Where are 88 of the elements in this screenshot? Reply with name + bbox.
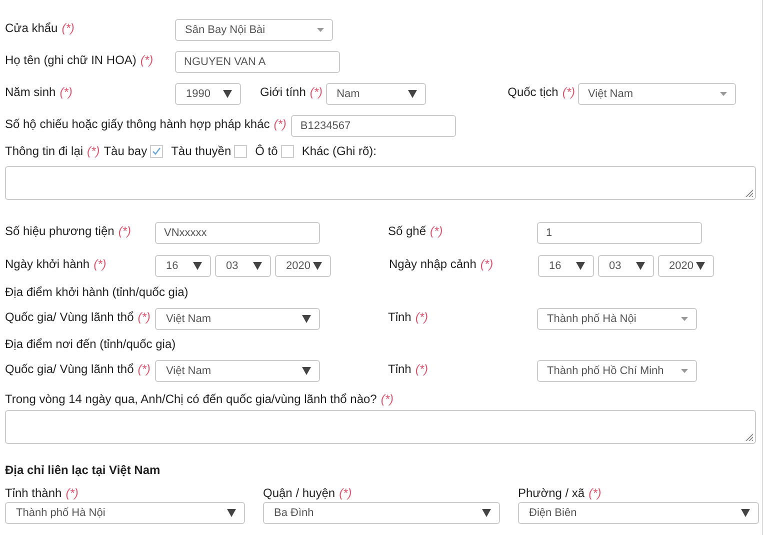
resize-grip-icon[interactable] xyxy=(745,189,753,197)
field-label: Họ tên (ghi chữ IN HOA) xyxy=(5,53,136,67)
question-label: Trong vòng 14 ngày qua, Anh/Chị có đến quốc gia/vùng lãnh thổ nào? xyxy=(5,392,377,406)
required-mark: (*) xyxy=(87,144,100,158)
required-mark: (*) xyxy=(138,310,150,324)
required-mark: (*) xyxy=(339,486,352,500)
field-label: Giới tính xyxy=(260,85,306,99)
dropdown[interactable]: Việt Nam xyxy=(155,308,320,330)
input-field[interactable]: B1234567 xyxy=(291,115,456,137)
field-label: Số hiệu phương tiện xyxy=(5,224,114,238)
required-mark: (*) xyxy=(274,117,286,131)
field-label: Quốc tịch xyxy=(508,85,558,99)
dropdown[interactable]: 03 xyxy=(215,255,271,277)
caret-icon xyxy=(317,28,324,32)
section-subheading: Địa điểm khởi hành (tỉnh/quốc gia) xyxy=(5,285,190,299)
field-label: Quốc gia/ Vùng lãnh thổ xyxy=(5,362,134,376)
field-label: Tỉnh thành xyxy=(5,486,62,500)
checkbox[interactable] xyxy=(150,144,164,158)
checkbox[interactable] xyxy=(234,144,248,158)
dropdown[interactable]: 16 xyxy=(155,255,211,277)
field-label: Quận / huyện xyxy=(263,486,336,500)
dropdown[interactable]: 1990 xyxy=(175,83,241,105)
required-mark: (*) xyxy=(588,486,602,500)
caret-icon xyxy=(741,509,750,517)
caret-icon xyxy=(302,315,311,323)
field-label: Phường / xã xyxy=(518,486,585,500)
field-label: Ngày nhập cảnh xyxy=(389,257,476,271)
caret-icon xyxy=(681,317,688,321)
field-label: Ngày khởi hành xyxy=(5,257,90,271)
dropdown[interactable]: Sân Bay Nội Bài xyxy=(175,19,333,41)
required-mark: (*) xyxy=(94,257,106,271)
caret-icon xyxy=(223,90,232,98)
required-mark: (*) xyxy=(430,224,443,238)
dropdown[interactable]: 16 xyxy=(538,255,594,277)
caret-icon xyxy=(482,509,491,517)
caret-icon xyxy=(636,262,645,270)
caret-icon xyxy=(681,369,688,373)
input-field[interactable]: NGUYEN VAN A xyxy=(175,51,340,73)
input-field[interactable]: 1 xyxy=(537,222,702,244)
dropdown[interactable]: Nam xyxy=(326,83,426,105)
required-mark: (*) xyxy=(415,310,428,324)
required-mark: (*) xyxy=(66,486,78,500)
dropdown[interactable]: Ba Đình xyxy=(263,502,500,524)
required-mark: (*) xyxy=(118,224,131,238)
input-field[interactable]: VNxxxxx xyxy=(155,222,320,244)
caret-icon xyxy=(193,262,202,270)
dropdown[interactable]: Việt Nam xyxy=(578,83,736,105)
dropdown[interactable]: Thành phố Hồ Chí Minh xyxy=(537,360,697,382)
dropdown[interactable]: Điện Biên xyxy=(518,502,759,524)
dropdown[interactable]: 03 xyxy=(598,255,654,277)
option-label: Tàu bay xyxy=(104,144,148,158)
required-mark: (*) xyxy=(62,21,74,35)
field-label: Khác (Ghi rõ): xyxy=(302,144,377,158)
field-label: Số hộ chiếu hoặc giấy thông hành hợp pháp khác xyxy=(5,117,270,131)
dropdown[interactable]: Việt Nam xyxy=(155,360,320,382)
caret-icon xyxy=(227,509,236,517)
field-label: Năm sinh xyxy=(5,85,56,99)
dropdown[interactable]: Thành phố Hà Nội xyxy=(5,502,245,524)
option-label: Tàu thuyền xyxy=(171,144,232,158)
caret-icon xyxy=(576,262,585,270)
required-mark: (*) xyxy=(60,85,72,99)
required-mark: (*) xyxy=(480,257,494,271)
caret-icon xyxy=(302,367,311,375)
checkbox[interactable] xyxy=(280,144,294,158)
dropdown[interactable]: 2020 xyxy=(658,255,714,277)
field-label: Cửa khẩu xyxy=(5,21,58,35)
caret-icon xyxy=(720,92,727,96)
field-label: Thông tin đi lại xyxy=(5,144,84,158)
required-mark: (*) xyxy=(138,362,150,376)
field-label: Quốc gia/ Vùng lãnh thổ xyxy=(5,310,134,324)
caret-icon xyxy=(696,262,705,270)
field-label: Tỉnh xyxy=(388,362,412,376)
option-label: Ô tô xyxy=(255,144,278,158)
required-mark: (*) xyxy=(310,85,323,99)
resize-grip-icon[interactable] xyxy=(745,433,753,441)
required-mark: (*) xyxy=(415,362,428,376)
dropdown[interactable]: Thành phố Hà Nội xyxy=(537,308,697,330)
required-mark: (*) xyxy=(380,392,394,406)
required-mark: (*) xyxy=(562,85,575,99)
dropdown[interactable]: 2020 xyxy=(275,255,331,277)
field-label: Số ghế xyxy=(388,224,426,238)
caret-icon xyxy=(253,262,262,270)
field-label: Tỉnh xyxy=(388,310,412,324)
caret-icon xyxy=(408,90,417,98)
caret-icon xyxy=(313,262,322,270)
section-subheading: Địa điểm nơi đến (tỉnh/quốc gia) xyxy=(5,337,177,351)
section-heading: Địa chỉ liên lạc tại Việt Nam xyxy=(5,463,162,477)
required-mark: (*) xyxy=(140,53,154,67)
